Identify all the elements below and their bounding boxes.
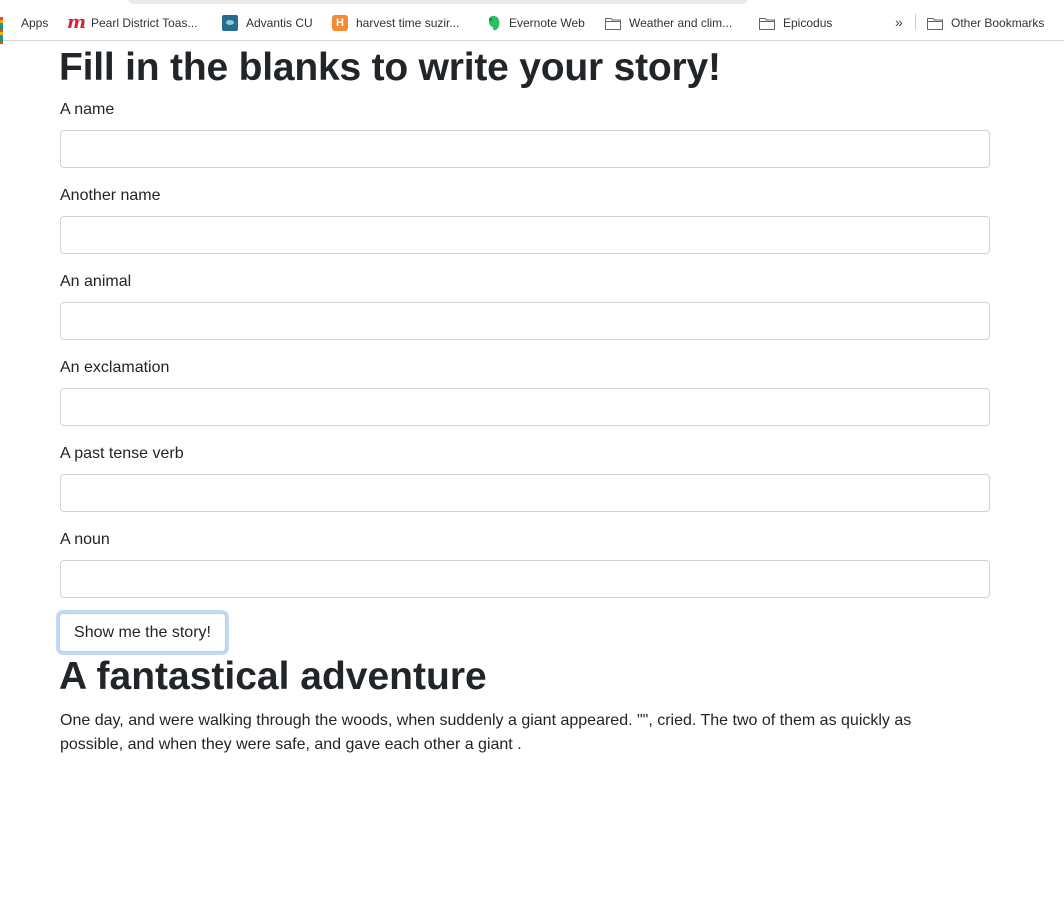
folder-icon <box>759 17 775 30</box>
bookmark-other-bookmarks[interactable]: Other Bookmarks <box>927 14 1044 32</box>
another-name-label: Another name <box>60 187 161 204</box>
bookmarks-separator <box>915 14 916 30</box>
show-story-button[interactable]: Show me the story! <box>59 613 226 652</box>
name-label: A name <box>60 101 115 118</box>
bookmark-apps[interactable]: Apps <box>0 14 49 44</box>
bookmark-label: Epicodus <box>783 16 833 30</box>
bookmark-label: Pearl District Toas... <box>91 16 198 30</box>
bookmark-label: Advantis CU <box>246 16 313 30</box>
bookmark-label: Other Bookmarks <box>951 16 1045 30</box>
story-title: A fantastical adventure <box>59 655 487 698</box>
apps-grid-icon <box>0 16 13 44</box>
past-tense-verb-label: A past tense verb <box>60 445 184 462</box>
another-name-input[interactable] <box>60 216 990 254</box>
folder-icon <box>927 17 943 30</box>
folder-icon <box>605 17 621 30</box>
bookmark-harvest[interactable]: H harvest time suzir... <box>332 14 459 32</box>
past-tense-verb-input[interactable] <box>60 474 990 512</box>
page-title: Fill in the blanks to write your story! <box>59 46 721 89</box>
noun-input[interactable] <box>60 560 990 598</box>
bookmark-weather[interactable]: Weather and clim... <box>605 14 732 32</box>
exclamation-label: An exclamation <box>60 359 170 376</box>
noun-label: A noun <box>60 531 110 548</box>
bookmark-label: harvest time suzir... <box>356 16 460 30</box>
bookmark-evernote[interactable]: Evernote Web <box>487 14 585 32</box>
bookmark-epicodus[interactable]: Epicodus <box>759 14 832 32</box>
advantis-logo-icon <box>222 15 238 31</box>
m-logo-icon: m <box>67 12 87 33</box>
bookmark-label: Evernote Web <box>509 16 585 30</box>
name-input[interactable] <box>60 130 990 168</box>
harvest-logo-icon: H <box>332 15 348 31</box>
story-text: One day, and were walking through the wo… <box>60 712 912 753</box>
bookmark-pearl-district[interactable]: m Pearl District Toas... <box>67 14 197 32</box>
animal-label: An animal <box>60 273 132 290</box>
address-bar-edge <box>128 0 748 4</box>
bookmarks-overflow-chevron-icon[interactable]: » <box>895 14 903 30</box>
evernote-logo-icon <box>489 16 500 31</box>
bookmark-label: Weather and clim... <box>629 16 733 30</box>
exclamation-input[interactable] <box>60 388 990 426</box>
bookmark-label: Apps <box>21 16 49 30</box>
bookmark-advantis[interactable]: Advantis CU <box>222 14 313 32</box>
animal-input[interactable] <box>60 302 990 340</box>
bookmarks-bar: Apps m Pearl District Toas... Advantis C… <box>0 0 1064 44</box>
